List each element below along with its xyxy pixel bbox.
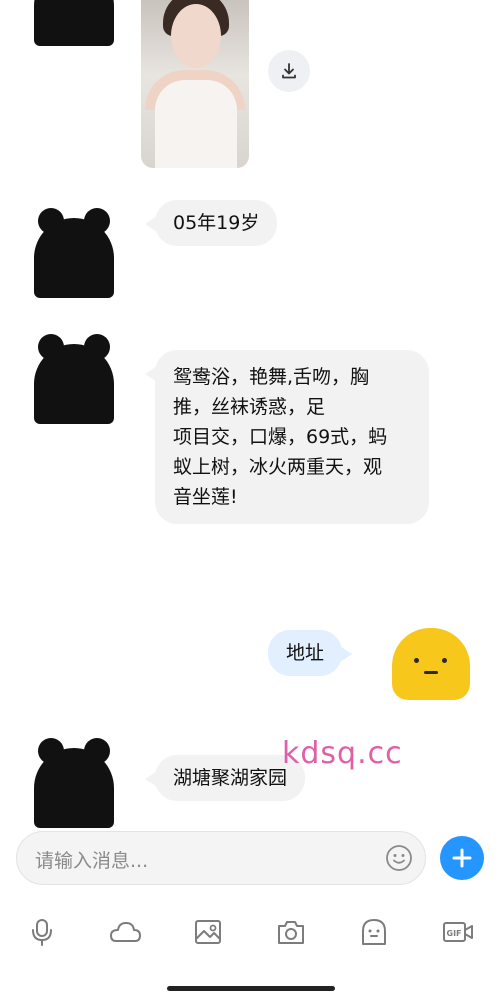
gif-button[interactable]: GIF: [436, 910, 480, 954]
camera-icon: [278, 921, 304, 944]
self-avatar[interactable]: [392, 628, 470, 700]
avatar-head: [34, 344, 114, 424]
message-text: 湖塘聚湖家园: [173, 767, 288, 789]
watermark-text: kdsq.cc: [282, 736, 403, 771]
photo-shape: [155, 80, 237, 168]
add-button[interactable]: [440, 836, 484, 880]
input-toolbar: GIF: [0, 910, 501, 962]
avatar-eye: [442, 658, 447, 663]
sticker-button[interactable]: [352, 910, 396, 954]
message-bubble-age[interactable]: 05年19岁: [144, 200, 278, 246]
contact-avatar[interactable]: [32, 208, 116, 298]
cloud-icon: [110, 922, 141, 942]
plus-icon: [452, 848, 472, 868]
input-placeholder: 请输入消息...: [35, 850, 149, 872]
image-button[interactable]: [186, 910, 230, 954]
message-bubble-outgoing[interactable]: 地址: [268, 630, 353, 676]
home-indicator: [167, 986, 335, 991]
message-text: 地址: [286, 642, 325, 664]
message-text-line: 蚁上树，冰火两重天，观: [173, 456, 383, 478]
avatar-head: [34, 748, 114, 828]
photo-shape: [171, 4, 221, 68]
message-text-line: 项目交，口爆，69式，蚂: [173, 426, 388, 448]
message-text-line: 音坐莲!: [173, 486, 238, 508]
emoji-icon: [362, 919, 386, 945]
emoji-icon[interactable]: [385, 844, 413, 872]
camera-button[interactable]: [269, 910, 313, 954]
message-bubble-services[interactable]: 鸳鸯浴，艳舞,舌吻，胸 推，丝袜诱惑，足 项目交，口爆，69式，蚂 蚁上树，冰火…: [145, 350, 429, 524]
image-icon: [195, 920, 221, 944]
svg-text:GIF: GIF: [447, 929, 462, 938]
avatar-head: [34, 218, 114, 298]
contact-avatar[interactable]: [32, 334, 116, 424]
photo-message[interactable]: [141, 0, 249, 168]
voice-button[interactable]: [20, 910, 64, 954]
contact-avatar-top[interactable]: [32, 0, 116, 46]
contact-avatar[interactable]: [32, 738, 116, 828]
download-button[interactable]: [268, 50, 310, 92]
message-text: 05年19岁: [173, 212, 260, 234]
gif-icon: GIF: [443, 922, 473, 942]
avatar-eye: [414, 658, 419, 663]
message-input[interactable]: 请输入消息...: [16, 831, 426, 885]
avatar-mouth: [424, 671, 438, 674]
microphone-icon: [32, 919, 52, 946]
message-text-line: 推，丝袜诱惑，足: [173, 396, 326, 418]
download-icon: [282, 63, 296, 79]
message-text-line: 鸳鸯浴，艳舞,舌吻，胸: [173, 366, 370, 388]
cloud-button[interactable]: [103, 910, 147, 954]
avatar-head: [34, 0, 114, 46]
